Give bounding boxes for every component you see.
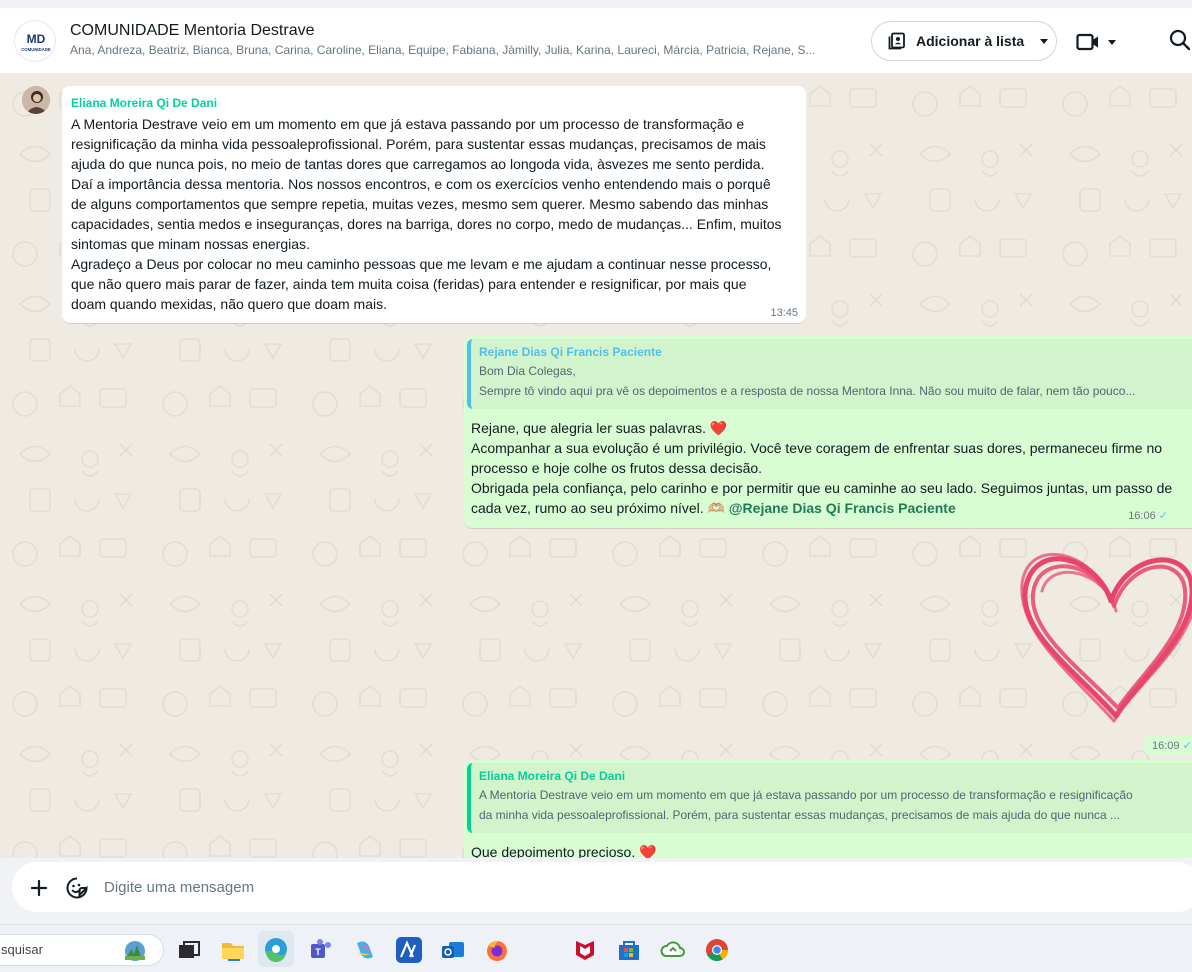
quoted-text-line: Sempre tô vindo aqui pra vê os depoiment… (479, 384, 1136, 398)
sticker-emoji-icon[interactable] (66, 877, 88, 899)
sticker-time-chip: 16:09 ✓ (1144, 736, 1192, 756)
teams-icon[interactable]: T (308, 937, 334, 963)
outgoing-message-bubble[interactable]: Rejane Dias Qi Francis Paciente Bom Dia … (464, 336, 1192, 528)
quoted-text-line: da minha vida pessoaleprofissional. Poré… (479, 808, 1121, 822)
quoted-message[interactable]: Eliana Moreira Qi De Dani A Mentoria Des… (467, 763, 1192, 833)
group-logo-text: MD (27, 32, 46, 46)
message-time: 13:45 (770, 307, 798, 319)
search-button[interactable] (1168, 28, 1191, 52)
os-taskbar: squisar T (0, 924, 1192, 972)
group-avatar[interactable]: MD COMUNIDADE (14, 20, 56, 62)
quoted-sender: Rejane Dias Qi Francis Paciente (479, 345, 662, 359)
task-view-icon[interactable] (176, 937, 202, 963)
sender-avatar[interactable] (22, 86, 50, 114)
chrome-icon[interactable] (704, 937, 730, 963)
window-top-strip (0, 0, 1192, 8)
sent-check-icon: ✓ (1182, 740, 1192, 752)
whatsapp-window: MD COMUNIDADE COMUNIDADE Mentoria Destra… (0, 0, 1192, 924)
search-icon (1169, 29, 1191, 51)
search-highlight-icon (125, 941, 145, 961)
chevron-down-icon (1040, 38, 1049, 44)
outlook-icon[interactable] (440, 937, 466, 963)
message-time: 16:06 ✓ (1128, 509, 1168, 522)
chevron-down-icon (1108, 39, 1116, 45)
taskbar-search[interactable]: squisar (0, 934, 164, 966)
add-to-list-label: Adicionar à lista (916, 33, 1025, 49)
file-explorer-icon[interactable] (220, 937, 246, 963)
taskbar-search-text: squisar (1, 942, 43, 957)
edge-browser-icon[interactable] (258, 931, 294, 967)
video-call-button[interactable] (1076, 31, 1124, 53)
firefox-icon[interactable] (484, 937, 510, 963)
mention-link[interactable]: @Rejane Dias Qi Francis Paciente (729, 500, 956, 516)
group-members[interactable]: Ana, Andreza, Beatriz, Bianca, Bruna, Ca… (70, 43, 860, 57)
group-title[interactable]: COMUNIDADE Mentoria Destrave (70, 22, 315, 40)
video-camera-icon (1076, 33, 1098, 51)
message-text: Que depoimento precioso. ❤️ (471, 844, 657, 858)
svg-text:T: T (315, 947, 321, 957)
message-text: A Mentoria Destrave veio em um momento e… (71, 116, 782, 312)
quoted-sender: Eliana Moreira Qi De Dani (479, 769, 626, 783)
message-text: Rejane, que alegria ler suas palavras. ❤… (471, 418, 1191, 518)
chat-header[interactable]: MD COMUNIDADE COMUNIDADE Mentoria Destra… (0, 8, 1192, 74)
heart-icon (1020, 553, 1192, 723)
group-logo-sub: COMUNIDADE (21, 47, 51, 52)
message-time-text: 16:09 (1152, 740, 1180, 752)
message-input[interactable]: Digite uma mensagem (104, 879, 254, 896)
quoted-text-line: Bom Dia Colegas, (479, 364, 576, 378)
outgoing-message-bubble[interactable]: Eliana Moreira Qi De Dani A Mentoria Des… (464, 760, 1192, 858)
message-sender[interactable]: Eliana Moreira Qi De Dani (71, 96, 798, 110)
message-composer: Digite uma mensagem (0, 858, 1192, 924)
sent-check-icon: ✓ (1158, 510, 1168, 522)
composer-box[interactable]: Digite uma mensagem (12, 862, 1192, 912)
heart-sticker[interactable] (1016, 536, 1192, 726)
microsoft-store-icon[interactable] (616, 937, 642, 963)
quoted-message[interactable]: Rejane Dias Qi Francis Paciente Bom Dia … (467, 339, 1192, 409)
contact-list-icon (888, 32, 905, 50)
add-to-list-button[interactable]: Adicionar à lista (871, 21, 1057, 61)
quoted-text-line: A Mentoria Destrave veio em um momento e… (479, 788, 1133, 802)
copilot-icon[interactable] (352, 937, 378, 963)
message-time-text: 16:06 (1128, 510, 1156, 522)
cloud-sync-icon[interactable] (660, 937, 686, 963)
attach-plus-icon[interactable] (30, 879, 48, 897)
app-icon-blue[interactable] (396, 937, 422, 963)
chat-panel[interactable]: Eliana Moreira Qi De Dani A Mentoria Des… (0, 74, 1192, 858)
incoming-message-bubble[interactable]: Eliana Moreira Qi De Dani A Mentoria Des… (62, 86, 806, 323)
mcafee-icon[interactable] (572, 937, 598, 963)
